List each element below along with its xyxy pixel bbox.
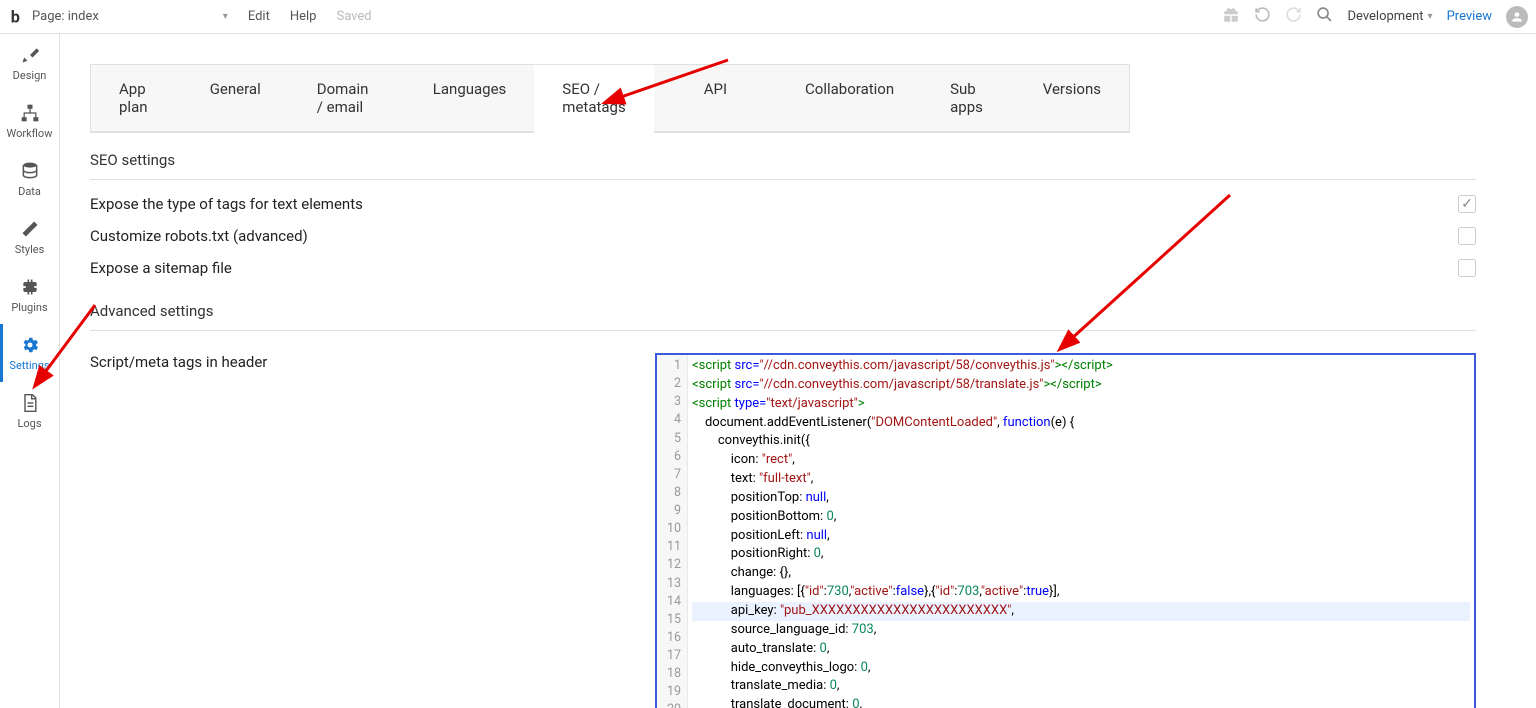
data-icon [20, 161, 40, 181]
design-icon [20, 45, 40, 65]
top-bar: b Page: index ▾ Edit Help Saved Developm… [0, 0, 1536, 34]
sidebar-item-label: Design [13, 69, 47, 82]
tab-seo-metatags[interactable]: SEO / metatags [534, 65, 653, 133]
setting-robots-txt: Customize robots.txt (advanced) [90, 220, 1476, 252]
avatar[interactable] [1506, 6, 1528, 28]
tab-sub-apps[interactable]: Sub apps [922, 65, 1015, 132]
caret-down-icon: ▾ [223, 11, 228, 22]
setting-label: Customize robots.txt (advanced) [90, 227, 308, 245]
code-gutter: 123456789101112131415161718192021 [657, 355, 688, 708]
setting-label: Expose a sitemap file [90, 259, 232, 277]
preview-button[interactable]: Preview [1447, 9, 1492, 24]
save-status: Saved [336, 9, 371, 24]
top-right: Development ▾ Preview [1222, 6, 1528, 28]
seo-settings-heading: SEO settings [90, 151, 1476, 180]
active-marker [0, 324, 3, 382]
workflow-icon [20, 103, 40, 123]
search-icon[interactable] [1316, 6, 1333, 27]
styles-icon [20, 219, 40, 239]
sidebar-item-label: Logs [17, 417, 41, 430]
setting-label: Expose the type of tags for text element… [90, 195, 363, 213]
sidebar-item-data[interactable]: Data [0, 150, 59, 208]
tab-api[interactable]: API [654, 65, 777, 132]
tab-languages[interactable]: Languages [405, 65, 535, 132]
checkbox-expose-tags[interactable]: ✓ [1458, 195, 1476, 213]
caret-down-icon: ▾ [1428, 11, 1433, 22]
environment-selector[interactable]: Development ▾ [1347, 9, 1432, 24]
menu-help[interactable]: Help [290, 9, 317, 24]
plugins-icon [20, 277, 40, 297]
sidebar-item-settings[interactable]: Settings [0, 324, 59, 382]
sidebar: Design Workflow Data Styles Plugins Sett… [0, 34, 60, 708]
undo-icon[interactable] [1254, 6, 1271, 27]
sidebar-item-styles[interactable]: Styles [0, 208, 59, 266]
sidebar-item-label: Workflow [7, 127, 53, 140]
sidebar-item-logs[interactable]: Logs [0, 382, 59, 440]
script-header-row: Script/meta tags in header 1234567891011… [90, 353, 1476, 708]
advanced-settings-heading: Advanced settings [90, 302, 1476, 331]
checkbox-robots[interactable] [1458, 227, 1476, 245]
tab-versions[interactable]: Versions [1015, 65, 1129, 132]
tab-general[interactable]: General [182, 65, 289, 132]
script-header-editor[interactable]: 123456789101112131415161718192021 <scrip… [655, 353, 1476, 708]
setting-expose-sitemap: Expose a sitemap file [90, 252, 1476, 284]
sidebar-item-workflow[interactable]: Workflow [0, 92, 59, 150]
environment-label: Development [1347, 9, 1423, 24]
setting-expose-tag-type: Expose the type of tags for text element… [90, 188, 1476, 220]
sidebar-item-label: Data [18, 185, 41, 198]
page-selector-label: Page: index [32, 9, 99, 24]
tab-collaboration[interactable]: Collaboration [777, 65, 922, 132]
code-content[interactable]: <script src="//cdn.conveythis.com/javasc… [688, 355, 1474, 708]
settings-tabs: App plan General Domain / email Language… [90, 64, 1130, 133]
logs-icon [20, 393, 40, 413]
gift-icon[interactable] [1222, 6, 1240, 28]
sidebar-item-design[interactable]: Design [0, 34, 59, 92]
top-menu: Edit Help Saved [248, 9, 372, 24]
svg-text:b: b [11, 8, 20, 26]
main-panel: App plan General Domain / email Language… [60, 34, 1536, 708]
page-selector[interactable]: Page: index ▾ [32, 9, 228, 24]
tab-domain-email[interactable]: Domain / email [289, 65, 405, 132]
script-header-label: Script/meta tags in header [90, 353, 655, 371]
sidebar-item-label: Styles [15, 243, 45, 256]
menu-edit[interactable]: Edit [248, 9, 270, 24]
bubble-logo-icon: b [8, 8, 26, 26]
sidebar-item-label: Plugins [11, 301, 47, 314]
sidebar-item-label: Settings [9, 359, 49, 372]
tab-app-plan[interactable]: App plan [91, 65, 182, 132]
checkbox-sitemap[interactable] [1458, 259, 1476, 277]
gear-icon [20, 335, 40, 355]
sidebar-item-plugins[interactable]: Plugins [0, 266, 59, 324]
redo-icon[interactable] [1285, 6, 1302, 27]
